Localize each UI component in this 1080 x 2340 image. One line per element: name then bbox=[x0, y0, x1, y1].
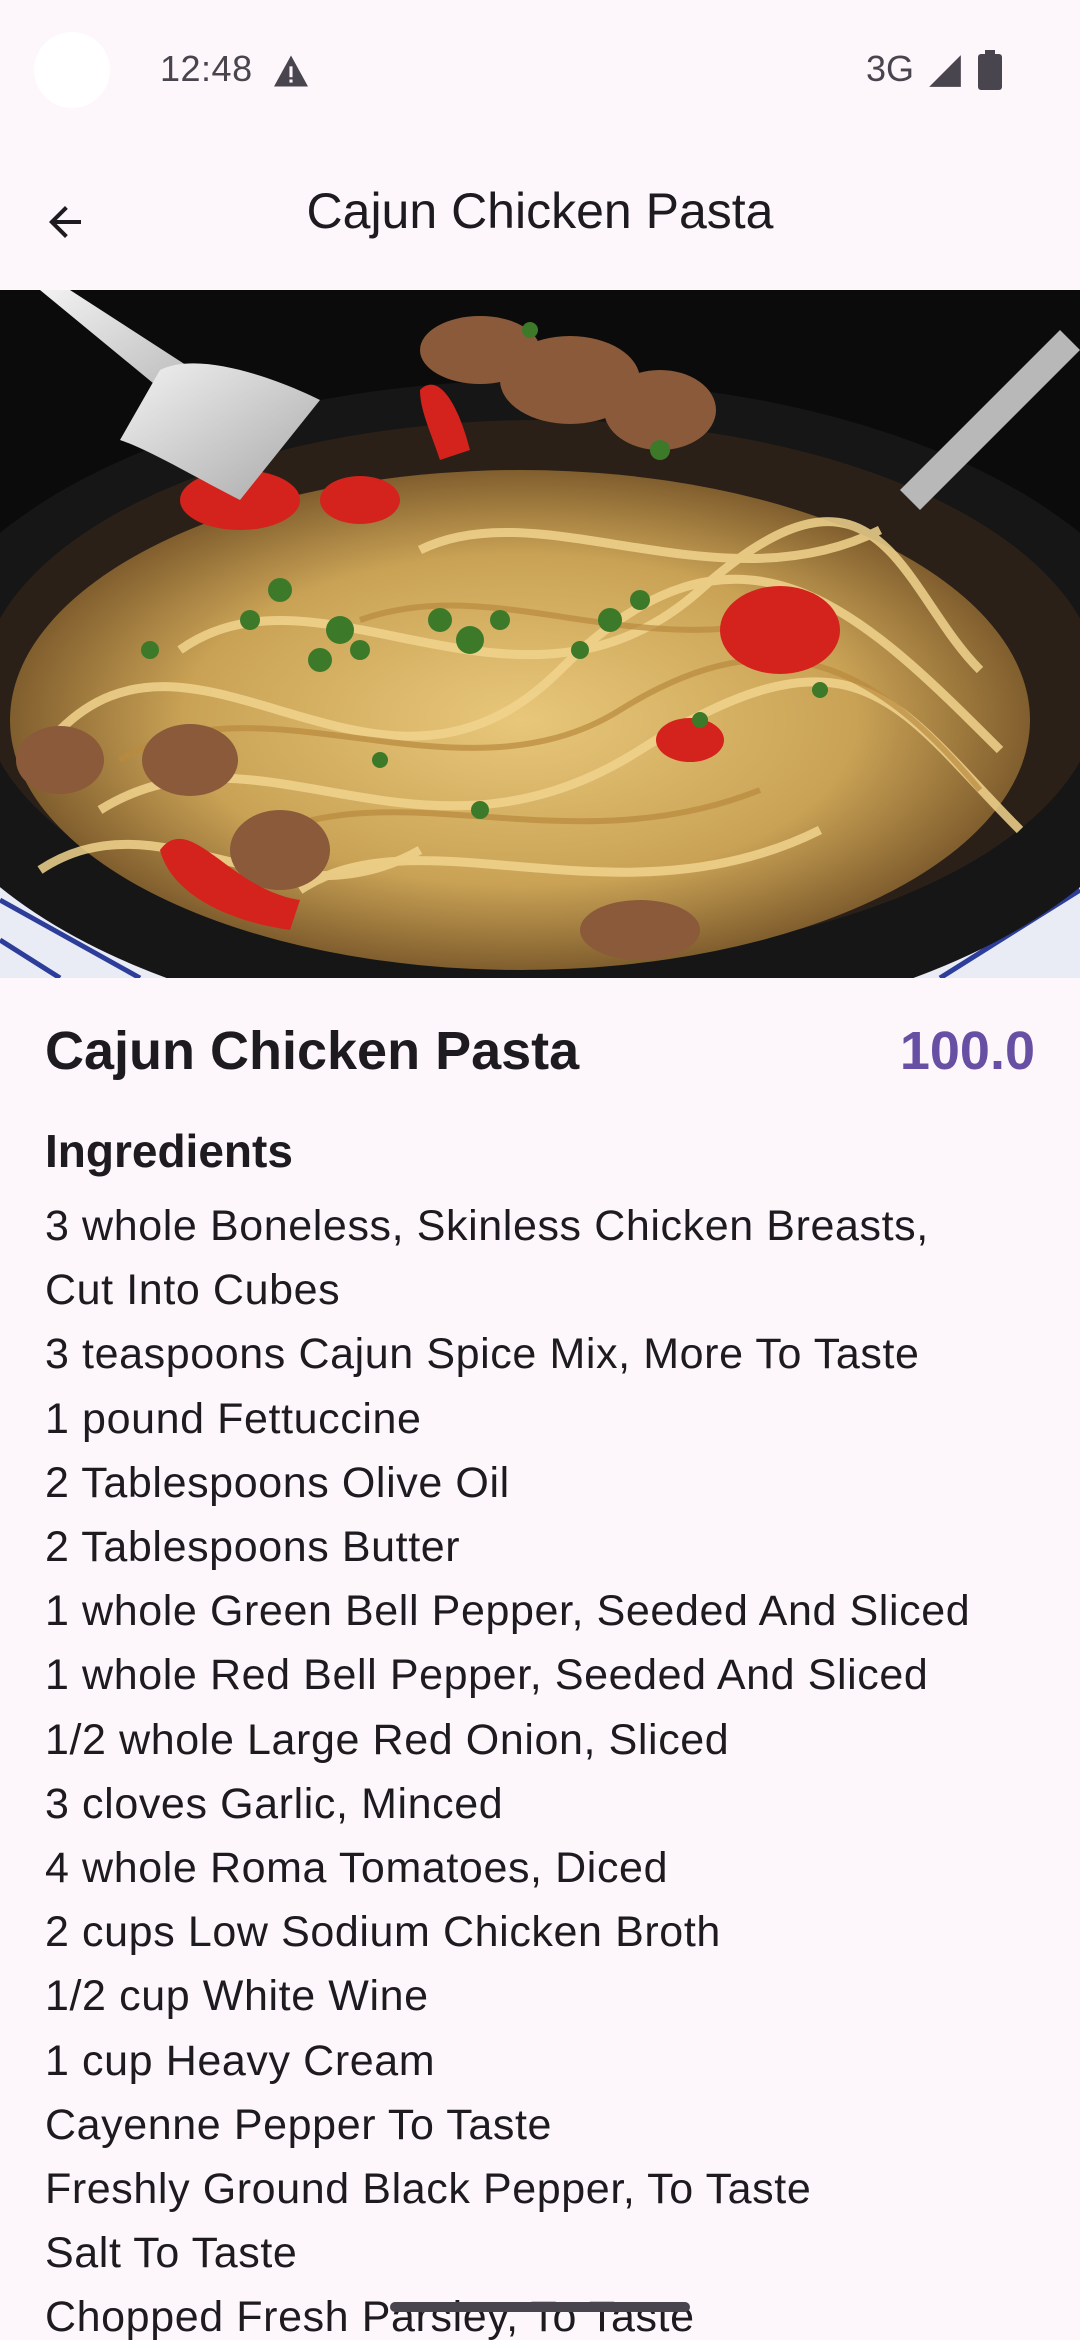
status-time: 12:48 bbox=[160, 48, 253, 89]
ingredients-heading: Ingredients bbox=[45, 1125, 293, 1177]
ingredient-line: 1 cup Heavy Cream bbox=[45, 2036, 436, 2085]
ingredient-line: 1 whole Green Bell Pepper, Seeded And Sl… bbox=[45, 1587, 971, 1636]
recipe-name: Cajun Chicken Pasta bbox=[45, 1021, 580, 1081]
ingredient-line: 2 Tablespoons Butter bbox=[45, 1523, 461, 1572]
ingredients-list: 3 whole Boneless, Skinless Chicken Breas… bbox=[45, 1194, 1035, 2340]
ingredient-line: 3 cloves Garlic, Minced bbox=[45, 1779, 504, 1828]
recipe-photo bbox=[0, 290, 1080, 978]
ingredient-line: Chopped Fresh Parsley, To Taste bbox=[45, 2293, 695, 2340]
ingredient-line: 1 whole Red Bell Pepper, Seeded And Slic… bbox=[45, 1651, 929, 1700]
app-bar-title: Cajun Chicken Pasta bbox=[306, 183, 774, 239]
battery-icon bbox=[978, 50, 1002, 90]
top-app-bar: Cajun Chicken Pasta bbox=[0, 140, 1080, 290]
ingredient-line: 1/2 whole Large Red Onion, Sliced bbox=[45, 1715, 730, 1764]
ingredient-line: 1/2 cup White Wine bbox=[45, 1972, 429, 2021]
ingredient-line: 2 cups Low Sodium Chicken Broth bbox=[45, 1908, 721, 1957]
warning-icon bbox=[274, 55, 308, 87]
ingredient-line: Salt To Taste bbox=[45, 2229, 298, 2278]
ingredient-line: 2 Tablespoons Olive Oil bbox=[45, 1458, 510, 1507]
recipe-details: Cajun Chicken Pasta 100.0 Ingredients 3 … bbox=[45, 1020, 1035, 2340]
status-bar: 12:48 3G bbox=[0, 0, 1080, 140]
ingredient-line: 1 pound Fettuccine bbox=[45, 1394, 422, 1443]
recipe-title-row: Cajun Chicken Pasta 100.0 bbox=[45, 1020, 1035, 1082]
network-type-label: 3G bbox=[866, 48, 915, 89]
recipe-detail-screen: 12:48 3G Cajun Chicken Pasta Cajun Chick… bbox=[0, 0, 1080, 2340]
ingredient-line: Cayenne Pepper To Taste bbox=[45, 2100, 553, 2149]
camera-cutout bbox=[34, 32, 110, 108]
signal-icon bbox=[929, 55, 961, 87]
recipe-photo-illustration bbox=[0, 290, 1080, 978]
ingredient-line: 3 teaspoons Cajun Spice Mix, More To Tas… bbox=[45, 1330, 920, 1379]
ingredient-line: Cut Into Cubes bbox=[45, 1266, 341, 1315]
ingredient-line: 3 whole Boneless, Skinless Chicken Breas… bbox=[45, 1202, 929, 1250]
gesture-navigation-handle[interactable] bbox=[390, 2302, 690, 2312]
ingredient-line: 4 whole Roma Tomatoes, Diced bbox=[45, 1844, 669, 1893]
ingredient-line: Freshly Ground Black Pepper, To Taste bbox=[45, 2165, 812, 2214]
recipe-price: 100.0 bbox=[899, 1021, 1035, 1081]
